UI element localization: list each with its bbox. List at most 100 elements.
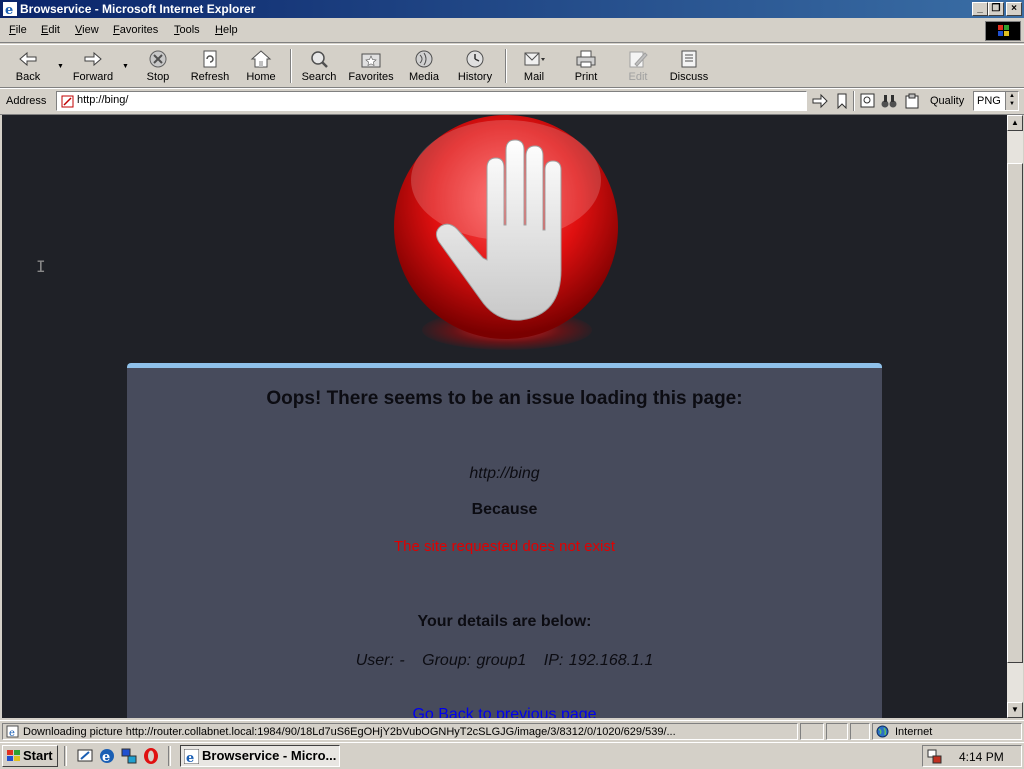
edit-button[interactable]: Edit	[622, 47, 654, 85]
toolbar-separator	[505, 49, 507, 83]
forward-arrow-icon	[84, 51, 102, 67]
quality-spinner[interactable]: ▲ ▼	[1005, 92, 1018, 110]
toolbar-separator	[290, 49, 292, 83]
start-label: Start	[23, 748, 53, 763]
back-dropdown-icon[interactable]: ▼	[57, 63, 64, 70]
close-button[interactable]: ×	[1006, 2, 1022, 16]
favorites-button[interactable]: Favorites	[346, 47, 396, 85]
history-button[interactable]: History	[454, 47, 496, 85]
restore-button[interactable]: ❐	[988, 2, 1004, 16]
ip-value: IP: 192.168.1.1	[543, 652, 654, 669]
details-heading: Your details are below:	[417, 613, 592, 630]
security-zone: Internet	[872, 723, 1022, 740]
find-binoculars-icon[interactable]	[881, 93, 897, 109]
clipboard-icon[interactable]	[904, 93, 920, 109]
search-button[interactable]: Search	[299, 47, 339, 85]
go-back-link[interactable]: Go Back to previous page	[127, 706, 882, 718]
discuss-button[interactable]: Discuss	[668, 47, 710, 85]
menu-help[interactable]: Help	[215, 24, 238, 36]
menu-bar: File Edit View Favorites Tools Help	[0, 20, 1024, 43]
bookmark-icon[interactable]	[834, 93, 850, 109]
text-cursor-icon: I	[36, 257, 46, 276]
ie-window: e Browservice - Microsoft Internet Explo…	[0, 0, 1024, 742]
user-details: User: - Group: group1 IP: 192.168.1.1	[127, 652, 882, 670]
scroll-up-arrow[interactable]: ▲	[1007, 115, 1023, 131]
opera-icon[interactable]	[142, 747, 160, 765]
internet-explorer-icon[interactable]: e	[98, 747, 116, 765]
svg-text:e: e	[5, 3, 13, 16]
history-clock-icon	[466, 50, 484, 68]
forward-dropdown-icon[interactable]: ▼	[122, 63, 129, 70]
minimize-button[interactable]: _	[972, 2, 988, 16]
stop-hand-icon	[394, 115, 618, 339]
vertical-scrollbar[interactable]: ▲ ▼	[1007, 115, 1023, 718]
ie-logo-icon: e	[3, 2, 17, 16]
zoom-icon[interactable]	[860, 93, 876, 109]
url-input[interactable]	[77, 94, 797, 106]
home-button[interactable]: Home	[243, 47, 279, 85]
clock[interactable]: 4:14 PM	[959, 750, 1004, 764]
window-title: Browservice - Microsoft Internet Explore…	[20, 2, 256, 16]
task-button-browservice[interactable]: e Browservice - Micro...	[180, 745, 340, 767]
taskbar-separator	[64, 746, 67, 766]
windows-throbber	[985, 21, 1021, 41]
system-tray: 4:14 PM	[922, 745, 1022, 767]
standard-toolbar: Back ▼ Forward ▼ Stop Refresh Home Searc…	[0, 44, 1024, 88]
favorites-star-icon	[361, 53, 381, 68]
svg-text:e: e	[186, 751, 194, 764]
requested-url: http://bing	[469, 465, 540, 482]
home-icon	[250, 50, 272, 68]
scroll-down-arrow[interactable]: ▼	[1007, 702, 1023, 718]
quality-select[interactable]: PNG ▲ ▼	[973, 91, 1019, 111]
back-arrow-icon	[19, 51, 37, 67]
toolbar-separator	[853, 91, 855, 111]
go-arrow-icon[interactable]	[812, 93, 828, 109]
windows-logo-icon	[7, 750, 20, 761]
taskbar-separator	[168, 746, 171, 766]
mail-icon	[524, 52, 545, 66]
globe-icon	[876, 725, 889, 738]
back-button[interactable]: Back	[6, 47, 50, 85]
menu-file[interactable]: File	[9, 24, 27, 36]
page-loading-icon: e	[6, 725, 19, 738]
edit-icon	[629, 51, 648, 68]
title-bar[interactable]: e Browservice - Microsoft Internet Explo…	[0, 0, 1024, 18]
status-bar: e Downloading picture http://router.coll…	[0, 720, 1024, 742]
menu-tools[interactable]: Tools	[174, 24, 200, 36]
task-label: Browservice - Micro...	[202, 748, 337, 763]
tray-network-icon[interactable]	[927, 748, 943, 764]
network-icon[interactable]	[120, 747, 138, 765]
status-cell	[800, 723, 824, 740]
quality-label: Quality	[930, 95, 965, 107]
menu-view[interactable]: View	[75, 24, 99, 36]
menu-favorites[interactable]: Favorites	[113, 24, 158, 36]
start-button[interactable]: Start	[2, 745, 58, 767]
address-field[interactable]	[56, 91, 807, 111]
media-icon	[415, 50, 433, 68]
scroll-thumb[interactable]	[1007, 163, 1023, 663]
svg-text:e: e	[102, 750, 110, 765]
media-button[interactable]: Media	[404, 47, 444, 85]
status-text-panel: e Downloading picture http://router.coll…	[2, 723, 798, 740]
forward-button[interactable]: Forward	[68, 47, 118, 85]
refresh-button[interactable]: Refresh	[187, 47, 233, 85]
error-heading: Oops! There seems to be an issue loading…	[266, 388, 743, 409]
svg-text:e: e	[9, 728, 15, 738]
stop-button[interactable]: Stop	[140, 47, 176, 85]
user-value: User: -	[355, 652, 405, 669]
status-message: Downloading picture http://router.collab…	[23, 726, 676, 738]
page-viewport[interactable]: I Oops! There seems to be an issue loadi…	[2, 115, 1007, 718]
menu-edit[interactable]: Edit	[41, 24, 60, 36]
status-cell	[850, 723, 870, 740]
show-desktop-icon[interactable]	[76, 747, 94, 765]
search-icon	[311, 51, 328, 68]
printer-icon	[576, 50, 596, 68]
address-bar: Address Quality PNG ▲▼	[0, 88, 1024, 115]
page-icon	[61, 95, 74, 108]
mail-button[interactable]: Mail	[516, 47, 552, 85]
group-value: Group: group1	[422, 652, 527, 669]
refresh-icon	[203, 50, 217, 68]
discuss-icon	[681, 50, 697, 68]
print-button[interactable]: Print	[568, 47, 604, 85]
because-label: Because	[471, 501, 538, 518]
